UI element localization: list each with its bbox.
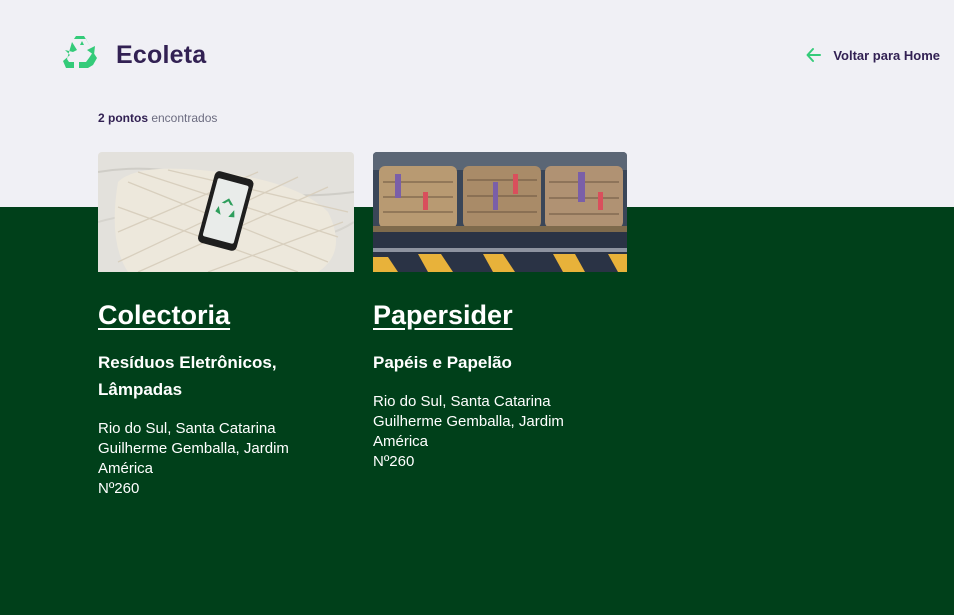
point-street: Guilherme Gemballa, Jardim América <box>98 440 289 477</box>
point-street: Guilherme Gemballa, Jardim América <box>373 413 564 450</box>
point-address: Rio do Sul, Santa Catarina Guilherme Gem… <box>98 419 308 499</box>
point-items: Papéis e Papelão <box>373 353 512 372</box>
brand-logo[interactable]: Ecoleta <box>60 36 206 74</box>
point-city: Rio do Sul, Santa Catarina <box>98 420 276 437</box>
collection-point-card[interactable]: Colectoria Resíduos Eletrônicos, Lâmpada… <box>98 152 354 499</box>
point-items: Resíduos Eletrônicos, Lâmpadas <box>98 353 277 399</box>
point-city: Rio do Sul, Santa Catarina <box>373 393 551 410</box>
point-number: Nº260 <box>98 480 140 497</box>
collection-point-card[interactable]: Papersider Papéis e Papelão Rio do Sul, … <box>373 152 627 472</box>
cardboard-bales-photo <box>373 152 627 272</box>
brand-name: Ecoleta <box>116 40 207 69</box>
results-count-number: 2 pontos <box>98 111 148 125</box>
point-number: Nº260 <box>373 453 415 470</box>
arrow-left-icon <box>806 48 822 62</box>
point-name-link[interactable]: Papersider <box>373 300 627 331</box>
recycle-icon <box>63 36 97 68</box>
back-to-home-link[interactable]: Voltar para Home <box>805 46 940 64</box>
back-to-home-label: Voltar para Home <box>833 47 940 63</box>
point-address: Rio do Sul, Santa Catarina Guilherme Gem… <box>373 392 583 472</box>
point-name-link[interactable]: Colectoria <box>98 300 354 331</box>
results-count-text: encontrados <box>148 111 218 125</box>
phone-recycle-photo <box>98 152 354 272</box>
results-count: 2 pontos encontrados <box>98 111 217 125</box>
